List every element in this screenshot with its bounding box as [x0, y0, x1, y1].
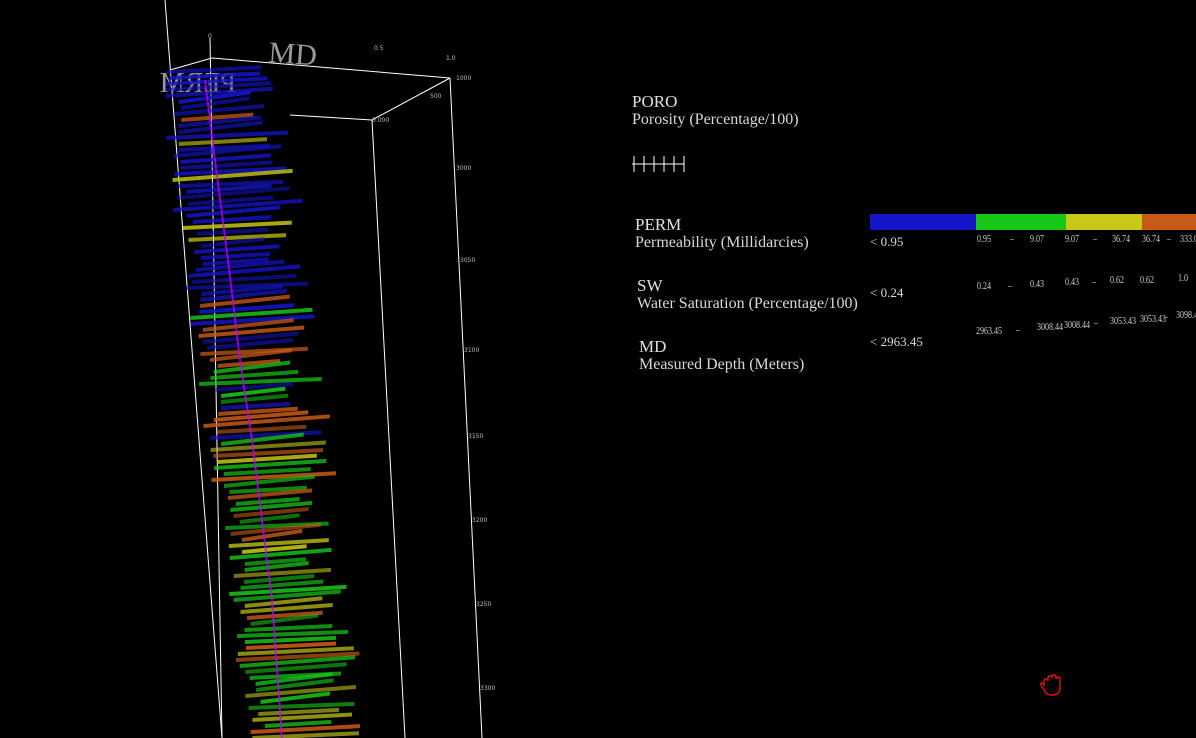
svg-text:3100: 3100: [464, 347, 479, 354]
md-range-label: 3098.42: [1176, 310, 1196, 321]
md-range-label: 3008.44: [1064, 320, 1090, 331]
perm-range-label: –: [1167, 234, 1171, 245]
sw-range-label: 0.43: [1030, 279, 1044, 290]
perm-color-bar: [870, 214, 1196, 230]
svg-text:3250: 3250: [476, 601, 491, 608]
md-axis-label: MD: [268, 36, 319, 72]
sw-range-label: 0.24: [977, 281, 991, 292]
svg-text:3300: 3300: [480, 685, 495, 692]
sw-description: Water Saturation (Percentage/100): [637, 295, 858, 312]
legend-poro: PORO Porosity (Percentage/100): [632, 93, 799, 129]
perm-name: PERM: [635, 215, 682, 234]
md-range-label: 2963.45: [976, 326, 1002, 337]
svg-text:3200: 3200: [472, 517, 487, 524]
md-name: MD: [639, 337, 667, 356]
perm-description: Permeability (Millidarcies): [635, 234, 809, 251]
md-range-label: –: [1016, 325, 1020, 336]
svg-text:3150: 3150: [468, 433, 483, 440]
poro-description: Porosity (Percentage/100): [632, 111, 799, 128]
svg-text:1.0: 1.0: [446, 55, 456, 62]
sw-range-label: –: [1092, 277, 1096, 288]
legend-perm: PERM Permeability (Millidarcies): [635, 216, 809, 252]
md-range-label: 3053.43: [1140, 314, 1166, 325]
perm-range-label: 333.0: [1180, 234, 1196, 245]
md-range-label: 3053.43: [1110, 316, 1136, 327]
sw-name: SW: [637, 276, 663, 295]
svg-text:0.000: 0.000: [372, 117, 389, 124]
sw-range-label: 0.62: [1110, 275, 1124, 286]
sw-range-label: 0.43: [1065, 277, 1079, 288]
svg-text:3000: 3000: [456, 165, 471, 172]
sw-less-than: < 0.24: [870, 285, 904, 300]
md-range-label: –: [1164, 312, 1168, 323]
md-range-label: –: [1094, 318, 1098, 329]
perm-range-label: –: [1010, 234, 1014, 245]
svg-text:1000: 1000: [456, 75, 471, 82]
md-description: Measured Depth (Meters): [639, 356, 805, 373]
poro-name: PORO: [632, 92, 678, 111]
perm-range-label: 0.95: [977, 234, 991, 245]
sw-range-label: 1.0: [1178, 273, 1188, 284]
perm-range-label: –: [1093, 234, 1097, 245]
3d-well-log-viewport[interactable]: 3000 3050 3100 3150 3200 3250 3300 1.0 0…: [0, 0, 1196, 738]
hand-cursor-icon: [1039, 674, 1061, 696]
sw-range-label: –: [1008, 281, 1012, 292]
poro-scale-glyph: [632, 156, 685, 172]
md-less-than: < 2963.45: [870, 334, 923, 349]
perm-log-slabs: [165, 65, 361, 738]
svg-text:500: 500: [430, 93, 442, 100]
svg-text:3050: 3050: [460, 257, 475, 264]
perm-less-than: < 0.95: [870, 234, 904, 249]
legend-md: MD Measured Depth (Meters): [639, 338, 804, 374]
log-slab: [244, 623, 333, 632]
perm-range-label: 36.74: [1142, 234, 1160, 245]
legend-sw: SW Water Saturation (Percentage/100): [637, 277, 858, 313]
svg-text:0: 0: [208, 33, 212, 40]
md-range-label: 3008.44: [1037, 322, 1063, 333]
perm-range-label: 36.74: [1112, 234, 1130, 245]
perm-range-label: 9.07: [1065, 234, 1079, 245]
sw-range-label: 0.62: [1140, 275, 1154, 286]
svg-text:0.5: 0.5: [374, 45, 384, 52]
perm-range-label: 9.07: [1030, 234, 1044, 245]
